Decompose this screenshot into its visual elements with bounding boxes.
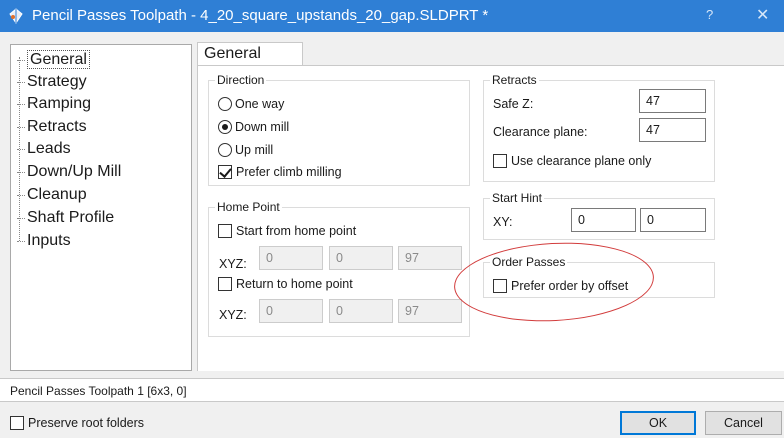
ok-button[interactable]: OK — [620, 411, 696, 435]
start-home-label: Start from home point — [236, 224, 357, 238]
start-hint-x-field[interactable]: 0 — [571, 208, 636, 232]
checkbox-box — [218, 224, 232, 238]
tree-item-cleanup[interactable]: Cleanup — [17, 184, 87, 206]
tree-item-label: Retracts — [27, 118, 87, 135]
title-bar: Pencil Passes Toolpath - 4_20_square_ups… — [0, 0, 784, 32]
radio-circle — [218, 97, 232, 111]
tree-item-leads[interactable]: Leads — [17, 138, 71, 160]
tree-tick — [17, 218, 25, 219]
tree-item-label: General — [27, 50, 90, 69]
start-x-field[interactable]: 0 — [259, 246, 323, 270]
tree-tick — [17, 104, 25, 105]
tree-item-label: Cleanup — [27, 186, 87, 203]
radio-circle — [218, 143, 232, 157]
tree-item-inputs[interactable]: Inputs — [17, 230, 71, 252]
tree-item-label: Strategy — [27, 73, 87, 90]
navigation-tree: General Strategy Ramping Retracts Leads … — [10, 44, 192, 371]
up-mill-radio[interactable]: Up mill — [218, 141, 273, 159]
return-xyz-label: XYZ: — [219, 308, 247, 322]
start-z-field[interactable]: 97 — [398, 246, 462, 270]
up-mill-label: Up mill — [235, 143, 274, 157]
tree-tick — [17, 82, 25, 83]
close-icon[interactable]: ✕ — [756, 5, 769, 25]
start-home-checkbox[interactable]: Start from home point — [218, 222, 356, 240]
tree-item-label: Inputs — [27, 232, 71, 249]
tree-tick — [17, 241, 25, 242]
start-hint-group-label: Start Hint — [490, 191, 545, 205]
down-mill-label: Down mill — [235, 120, 290, 134]
window-title: Pencil Passes Toolpath - 4_20_square_ups… — [32, 7, 489, 24]
tree-tick — [17, 195, 25, 196]
tree-item-label: Shaft Profile — [27, 209, 115, 226]
tree-item-down-up-mill[interactable]: Down/Up Mill — [17, 161, 121, 183]
checkbox-box — [493, 154, 507, 168]
checkbox-box — [493, 279, 507, 293]
order-passes-group-label: Order Passes — [490, 255, 568, 269]
tree-tick — [17, 149, 25, 150]
safe-z-field[interactable]: 47 — [639, 89, 706, 113]
tree-item-shaft-profile[interactable]: Shaft Profile — [17, 207, 114, 229]
tree-tick — [17, 127, 25, 128]
tree-item-label: Leads — [27, 140, 71, 157]
checkbox-box — [10, 416, 24, 430]
prefer-offset-checkbox[interactable]: Prefer order by offset — [493, 277, 628, 295]
status-text: Pencil Passes Toolpath 1 [6x3, 0] — [10, 384, 187, 398]
return-z-field[interactable]: 97 — [398, 299, 462, 323]
return-home-label: Return to home point — [236, 277, 353, 291]
tree-tick — [17, 60, 25, 61]
checkbox-box — [218, 165, 232, 179]
start-hint-y-field[interactable]: 0 — [640, 208, 706, 232]
direction-group-label: Direction — [215, 73, 267, 87]
preserve-root-label: Preserve root folders — [28, 416, 145, 430]
tree-item-ramping[interactable]: Ramping — [17, 93, 91, 115]
use-clearance-label: Use clearance plane only — [511, 154, 652, 168]
one-way-label: One way — [235, 97, 285, 111]
start-y-field[interactable]: 0 — [329, 246, 393, 270]
radio-circle — [218, 120, 232, 134]
xy-label: XY: — [493, 215, 513, 229]
return-y-field[interactable]: 0 — [329, 299, 393, 323]
return-x-field[interactable]: 0 — [259, 299, 323, 323]
one-way-radio[interactable]: One way — [218, 95, 284, 113]
tree-item-label: Down/Up Mill — [27, 163, 122, 180]
preserve-root-checkbox[interactable]: Preserve root folders — [10, 414, 144, 432]
return-home-checkbox[interactable]: Return to home point — [218, 275, 353, 293]
checkbox-box — [218, 277, 232, 291]
help-icon[interactable]: ? — [706, 7, 713, 22]
tree-item-label: Ramping — [27, 95, 92, 112]
use-clearance-checkbox[interactable]: Use clearance plane only — [493, 152, 651, 170]
prefer-climb-checkbox[interactable]: Prefer climb milling — [218, 163, 342, 181]
status-bar: Pencil Passes Toolpath 1 [6x3, 0] — [0, 378, 784, 402]
clearance-plane-label: Clearance plane: — [493, 125, 588, 139]
clearance-plane-field[interactable]: 47 — [639, 118, 706, 142]
tree-item-retracts[interactable]: Retracts — [17, 116, 87, 138]
prefer-offset-label: Prefer order by offset — [511, 279, 629, 293]
down-mill-radio[interactable]: Down mill — [218, 118, 289, 136]
retracts-group-label: Retracts — [490, 73, 539, 87]
tree-tick — [17, 172, 25, 173]
safe-z-label: Safe Z: — [493, 97, 534, 111]
prefer-climb-label: Prefer climb milling — [236, 165, 342, 179]
start-xyz-label: XYZ: — [219, 257, 247, 271]
toolpath-icon — [9, 8, 23, 24]
tab-general[interactable]: General — [197, 42, 303, 66]
home-point-group-label: Home Point — [215, 200, 282, 214]
tree-item-strategy[interactable]: Strategy — [17, 71, 87, 93]
tree-item-general[interactable]: General — [17, 49, 90, 71]
cancel-button[interactable]: Cancel — [705, 411, 782, 435]
